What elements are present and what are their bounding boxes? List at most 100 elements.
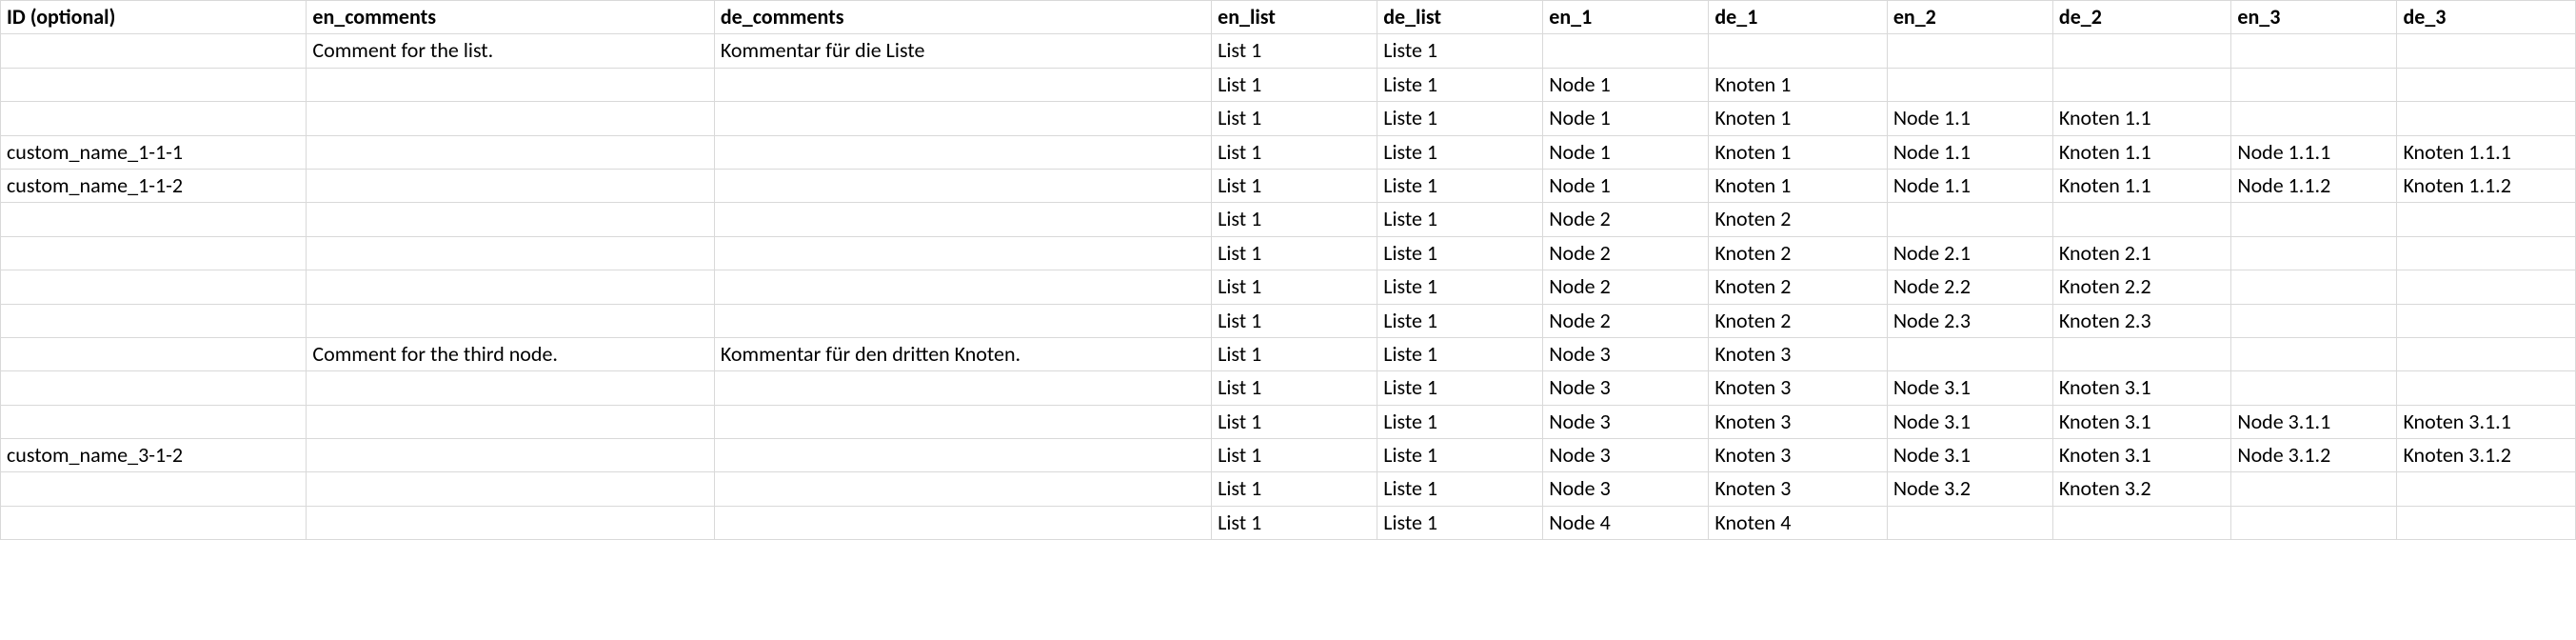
table-row: List 1Liste 1Node 4Knoten 4	[1, 506, 2576, 539]
table-cell: Liste 1	[1377, 337, 1543, 370]
table-cell: Node 2	[1543, 203, 1709, 236]
table-cell	[2231, 304, 2397, 337]
table-cell: Knoten 3	[1709, 472, 1887, 506]
table-cell	[307, 506, 715, 539]
table-cell	[714, 68, 1211, 101]
table-cell: Liste 1	[1377, 68, 1543, 101]
table-cell	[2231, 371, 2397, 405]
table-cell: List 1	[1212, 135, 1377, 169]
table-cell: List 1	[1212, 34, 1377, 68]
table-cell: Node 3	[1543, 439, 1709, 472]
table-cell	[2231, 236, 2397, 270]
table-cell: Node 2	[1543, 270, 1709, 304]
table-cell: Liste 1	[1377, 135, 1543, 169]
table-cell	[714, 203, 1211, 236]
table-cell	[307, 304, 715, 337]
table-cell: Knoten 3.1.1	[2397, 405, 2576, 438]
table-cell: Knoten 1.1	[2052, 135, 2230, 169]
table-cell	[714, 270, 1211, 304]
table-cell	[2397, 270, 2576, 304]
table-cell: Knoten 1.1	[2052, 102, 2230, 135]
table-cell	[2397, 371, 2576, 405]
table-cell	[714, 506, 1211, 539]
table-cell	[714, 304, 1211, 337]
table-cell: Node 3	[1543, 337, 1709, 370]
table-cell: Kommentar für den dritten Knoten.	[714, 337, 1211, 370]
table-cell	[2397, 236, 2576, 270]
col-header-de-1: de_1	[1709, 1, 1887, 34]
table-cell	[2231, 337, 2397, 370]
table-row: List 1Liste 1Node 2Knoten 2Node 2.2Knote…	[1, 270, 2576, 304]
table-cell: Liste 1	[1377, 405, 1543, 438]
table-row: List 1Liste 1Node 2Knoten 2Node 2.1Knote…	[1, 236, 2576, 270]
table-cell: List 1	[1212, 439, 1377, 472]
table-cell: Knoten 3.2	[2052, 472, 2230, 506]
table-cell: custom_name_1-1-2	[1, 169, 307, 202]
table-cell: Node 2.2	[1887, 270, 2052, 304]
table-cell: Node 3.1.2	[2231, 439, 2397, 472]
table-row: List 1Liste 1Node 3Knoten 3Node 3.1Knote…	[1, 405, 2576, 438]
table-cell: List 1	[1212, 472, 1377, 506]
table-cell: Node 3.1.1	[2231, 405, 2397, 438]
table-cell: List 1	[1212, 506, 1377, 539]
table-cell: Knoten 2.1	[2052, 236, 2230, 270]
table-cell: Knoten 3	[1709, 337, 1887, 370]
table-cell	[714, 102, 1211, 135]
table-cell: List 1	[1212, 304, 1377, 337]
table-cell: Knoten 2	[1709, 270, 1887, 304]
table-cell	[2397, 68, 2576, 101]
col-header-de-list: de_list	[1377, 1, 1543, 34]
table-row: custom_name_1-1-2List 1Liste 1Node 1Knot…	[1, 169, 2576, 202]
col-header-en-list: en_list	[1212, 1, 1377, 34]
table-cell: Knoten 1.1.2	[2397, 169, 2576, 202]
table-cell	[307, 102, 715, 135]
table-cell	[2397, 102, 2576, 135]
col-header-id: ID (optional)	[1, 1, 307, 34]
table-cell	[307, 405, 715, 438]
table-cell: List 1	[1212, 337, 1377, 370]
table-cell: Liste 1	[1377, 506, 1543, 539]
table-cell	[1887, 34, 2052, 68]
table-cell	[1887, 337, 2052, 370]
table-cell	[2231, 203, 2397, 236]
table-cell	[1, 337, 307, 370]
table-cell: Node 1.1	[1887, 169, 2052, 202]
table-cell: Knoten 3	[1709, 371, 1887, 405]
table-cell: Knoten 1	[1709, 169, 1887, 202]
table-row: List 1Liste 1Node 1Knoten 1Node 1.1Knote…	[1, 102, 2576, 135]
table-cell: Liste 1	[1377, 169, 1543, 202]
table-cell: List 1	[1212, 169, 1377, 202]
table-cell	[1, 506, 307, 539]
table-cell	[1, 34, 307, 68]
table-cell: Knoten 2	[1709, 304, 1887, 337]
table-cell: Liste 1	[1377, 34, 1543, 68]
table-cell: Knoten 3.1.2	[2397, 439, 2576, 472]
col-header-en-2: en_2	[1887, 1, 2052, 34]
table-cell	[2231, 472, 2397, 506]
table-cell: Comment for the third node.	[307, 337, 715, 370]
table-cell: List 1	[1212, 102, 1377, 135]
table-cell	[2397, 506, 2576, 539]
col-header-en-1: en_1	[1543, 1, 1709, 34]
table-cell: List 1	[1212, 371, 1377, 405]
table-cell: Liste 1	[1377, 371, 1543, 405]
table-cell	[1709, 34, 1887, 68]
table-cell	[2231, 34, 2397, 68]
table-cell	[2397, 34, 2576, 68]
table-cell: Node 3.2	[1887, 472, 2052, 506]
table-cell	[307, 439, 715, 472]
table-cell: Node 1.1.2	[2231, 169, 2397, 202]
table-cell: Liste 1	[1377, 236, 1543, 270]
table-cell: Node 2	[1543, 304, 1709, 337]
table-cell	[1887, 68, 2052, 101]
table-cell	[1543, 34, 1709, 68]
table-cell	[2052, 68, 2230, 101]
table-cell: Node 1.1	[1887, 135, 2052, 169]
table-cell: Liste 1	[1377, 439, 1543, 472]
table-cell: Liste 1	[1377, 203, 1543, 236]
table-cell	[714, 405, 1211, 438]
table-cell	[2052, 506, 2230, 539]
table-cell: Knoten 3	[1709, 439, 1887, 472]
table-cell: List 1	[1212, 405, 1377, 438]
data-table: ID (optional) en_comments de_comments en…	[0, 0, 2576, 540]
